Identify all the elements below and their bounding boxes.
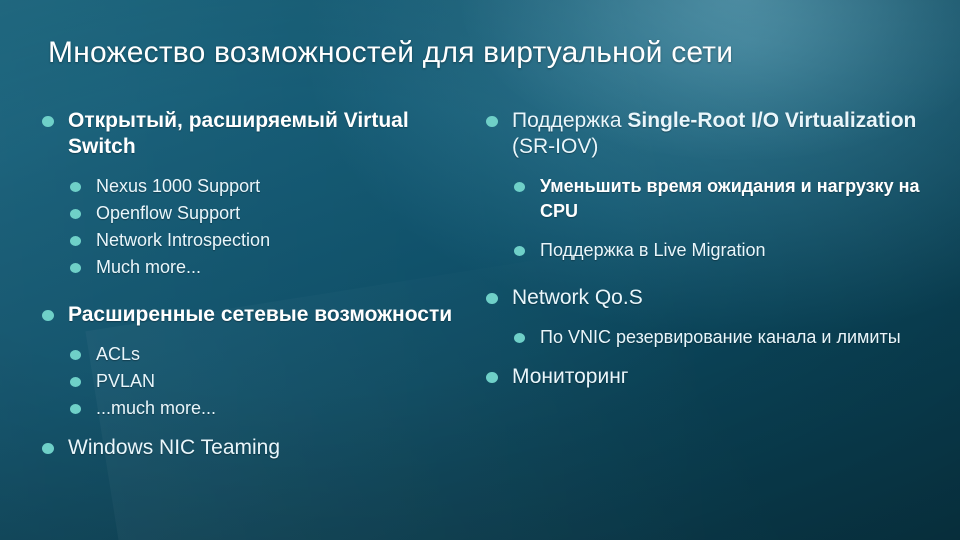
list-item-label: Уменьшить время ожидания и нагрузку на C… xyxy=(540,176,920,221)
list-item: Уменьшить время ожидания и нагрузку на C… xyxy=(478,174,938,224)
bullet-icon xyxy=(70,263,81,273)
list-item-label-part: Поддержка xyxy=(512,109,628,132)
bullet-icon xyxy=(486,372,498,383)
left-content-column: Открытый, расширяемый Virtual Switch Nex… xyxy=(34,108,454,471)
bullet-icon xyxy=(70,209,81,219)
list-item: Network Qo.S xyxy=(478,285,938,311)
list-item-label: Мониторинг xyxy=(512,365,629,388)
list-item: Nexus 1000 Support xyxy=(34,174,454,199)
list-item-label: Windows NIC Teaming xyxy=(68,436,281,459)
list-item: Поддержка Single-Root I/O Virtualization… xyxy=(478,108,938,160)
list-item-label: Openflow Support xyxy=(96,203,241,223)
bullet-icon xyxy=(70,404,81,414)
bullet-icon xyxy=(42,443,54,454)
bullet-icon xyxy=(42,116,54,127)
list-item-label: Поддержка в Live Migration xyxy=(540,240,766,260)
list-item: Openflow Support xyxy=(34,201,454,226)
bullet-icon xyxy=(70,377,81,387)
list-item-label: ...much more... xyxy=(96,398,217,418)
list-item: Much more... xyxy=(34,255,454,280)
bullet-icon xyxy=(514,333,525,343)
list-item-label: Network Introspection xyxy=(96,230,271,250)
list-item: Расширенные сетевые возможности xyxy=(34,302,454,328)
list-item-label: Network Qo.S xyxy=(512,286,643,309)
list-item: Windows NIC Teaming xyxy=(34,435,454,461)
bullet-icon xyxy=(42,310,54,321)
list-item: По VNIC резервирование канала и лимиты xyxy=(478,325,938,350)
list-item-label: Nexus 1000 Support xyxy=(96,176,261,196)
list-item-label: Открытый, расширяемый Virtual Switch xyxy=(68,109,409,158)
bullet-icon xyxy=(70,350,81,360)
list-item-label: Расширенные сетевые возможности xyxy=(68,303,453,326)
list-item-label: По VNIC резервирование канала и лимиты xyxy=(540,327,901,347)
bullet-icon xyxy=(514,182,525,192)
list-item: Network Introspection xyxy=(34,228,454,253)
list-item: Открытый, расширяемый Virtual Switch xyxy=(34,108,454,160)
slide-title: Множество возможностей для виртуальной с… xyxy=(48,36,734,70)
list-item: Поддержка в Live Migration xyxy=(478,238,938,263)
list-item: ...much more... xyxy=(34,396,454,421)
list-item: Мониторинг xyxy=(478,364,938,390)
list-item-label: PVLAN xyxy=(96,371,156,391)
list-item: ACLs xyxy=(34,342,454,367)
list-item: PVLAN xyxy=(34,369,454,394)
bullet-icon xyxy=(70,236,81,246)
bullet-icon xyxy=(486,116,498,127)
list-item-label: Much more... xyxy=(96,257,202,277)
right-content-column: Поддержка Single-Root I/O Virtualization… xyxy=(478,108,938,400)
list-item-label: ACLs xyxy=(96,344,141,364)
list-item-label-part: Single-Root I/O Virtualization xyxy=(627,109,917,132)
bullet-icon xyxy=(514,246,525,256)
bullet-icon xyxy=(70,182,81,192)
slide: Множество возможностей для виртуальной с… xyxy=(0,0,960,540)
list-item-label-part: (SR-IOV) xyxy=(512,135,599,158)
bullet-icon xyxy=(486,293,498,304)
